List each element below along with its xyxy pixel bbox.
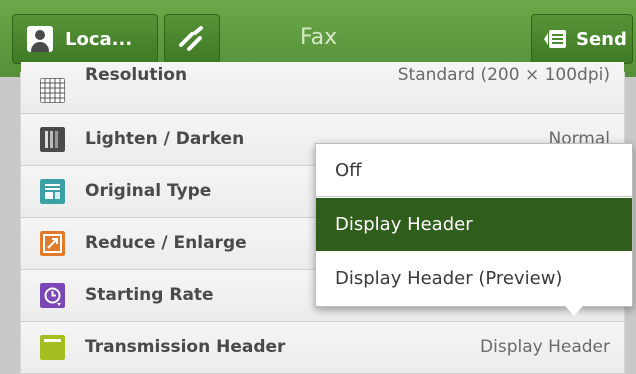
setting-row-resolution[interactable]: Resolution Standard (200 × 100dpi): [21, 62, 624, 114]
reset-icon: [179, 26, 203, 51]
send-icon: [544, 30, 566, 48]
send-label: Send: [576, 28, 627, 50]
screen-title: Fax: [300, 25, 338, 50]
setting-value: Standard (200 × 100dpi): [397, 65, 610, 85]
user-icon: [27, 26, 53, 52]
lighten-darken-icon: [40, 127, 65, 152]
login-button[interactable]: Loca...: [12, 14, 158, 64]
setting-label: Original Type: [85, 181, 212, 201]
reset-button[interactable]: [164, 14, 220, 64]
dropdown-option-display-header[interactable]: Display Header: [316, 198, 632, 251]
setting-label: Starting Rate: [85, 285, 214, 305]
setting-label: Resolution: [85, 65, 188, 85]
setting-label: Reduce / Enlarge: [85, 233, 247, 253]
transmission-header-dropdown: Off Display Header Display Header (Previ…: [315, 143, 633, 307]
dropdown-option-off[interactable]: Off: [316, 144, 632, 197]
setting-row-transmission-header[interactable]: Transmission Header Display Header: [21, 322, 624, 374]
send-button[interactable]: Send: [531, 14, 633, 64]
setting-label: Lighten / Darken: [85, 129, 245, 149]
dropdown-option-display-header-preview[interactable]: Display Header (Preview): [316, 252, 632, 305]
transmission-header-icon: [40, 335, 65, 360]
login-label: Loca...: [65, 28, 133, 50]
reduce-enlarge-icon: [40, 231, 65, 256]
setting-label: Transmission Header: [85, 337, 286, 357]
starting-rate-icon: [40, 283, 65, 308]
resolution-icon: [40, 78, 65, 103]
setting-value: Display Header: [480, 337, 610, 357]
original-type-icon: [40, 179, 65, 204]
dropdown-pointer: [565, 306, 583, 316]
